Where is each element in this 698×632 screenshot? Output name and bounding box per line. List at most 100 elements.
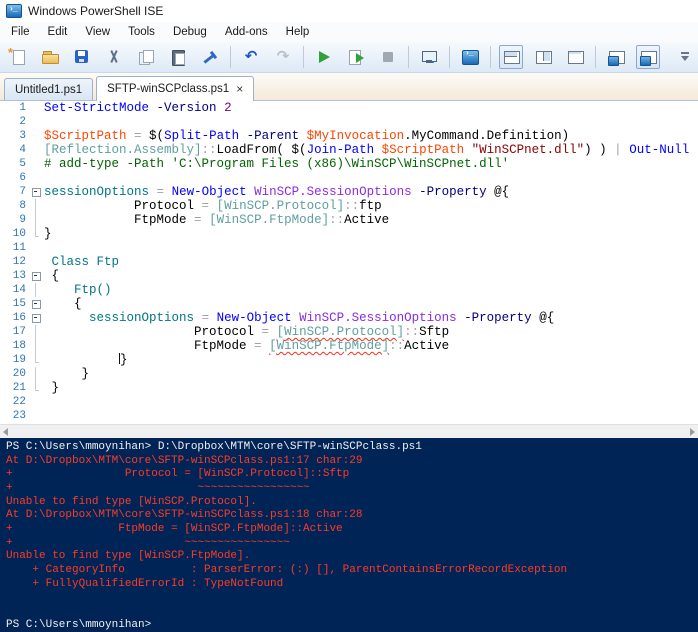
code-line-23: 23: [0, 409, 698, 423]
code-text: sessionOptions = New-Object WinSCP.Sessi…: [42, 185, 509, 199]
code-line-10: 10}: [0, 227, 698, 241]
console-line-6: At D:\Dropbox\MTM\core\SFTP-winSCPclass.…: [6, 509, 698, 523]
console-line-12: [6, 591, 698, 605]
redo-icon: ↷: [274, 48, 292, 66]
line-number: 11: [0, 241, 30, 255]
toolbar: ↶↷: [0, 42, 698, 73]
fold-gutter: [30, 101, 42, 115]
toolbar-overflow-icon[interactable]: [678, 47, 692, 67]
console-pane[interactable]: PS C:\Users\mmoynihan> D:\Dropbox\MTM\co…: [0, 438, 698, 632]
redo-button: ↷: [271, 45, 295, 69]
line-number: 18: [0, 339, 30, 353]
code-line-14: 14 Ftp(): [0, 283, 698, 297]
new-script-icon: [9, 48, 27, 66]
code-text: Set-StrictMode -Version 2: [42, 101, 232, 115]
show-script-pane-icon: [639, 48, 657, 66]
tab-sftp-winscpclass-ps1[interactable]: SFTP-winSCPclass.ps1 ×: [96, 76, 254, 101]
copy-button[interactable]: [134, 45, 158, 69]
console-line-9: Unable to find type [WinSCP.FtpMode].: [6, 550, 698, 564]
code-text: Protocol = [WinSCP.Protocol]::Sftp: [42, 325, 449, 339]
line-number: 9: [0, 213, 30, 227]
show-script-pane-top-button[interactable]: [499, 45, 523, 69]
fold-collapse-icon[interactable]: [30, 297, 42, 311]
toolbar-separator: [490, 46, 491, 68]
fold-collapse-icon[interactable]: [30, 185, 42, 199]
fold-gutter: [30, 241, 42, 255]
tab-untitled1-ps1[interactable]: Untitled1.ps1: [4, 78, 93, 100]
paste-icon: [169, 48, 187, 66]
run-selection-icon: [347, 48, 365, 66]
tab-strip: Untitled1.ps1 SFTP-winSCPclass.ps1 ×: [0, 73, 698, 101]
run-script-button[interactable]: [312, 45, 336, 69]
line-number: 13: [0, 269, 30, 283]
new-remote-powershell-tab-button[interactable]: [417, 45, 441, 69]
menu-file[interactable]: File: [2, 24, 39, 40]
script-editor-pane[interactable]: 1Set-StrictMode -Version 223$ScriptPath …: [0, 101, 698, 424]
code-line-2: 2: [0, 115, 698, 129]
fold-gutter: [30, 339, 42, 353]
tab-label: SFTP-winSCPclass.ps1: [107, 83, 229, 95]
code-text: {: [42, 269, 59, 283]
start-powershell-exe-button[interactable]: [458, 45, 482, 69]
console-line-3: + Protocol = [WinSCP.Protocol]::Sftp: [6, 468, 698, 482]
code-line-6: 6: [0, 171, 698, 185]
menu-help[interactable]: Help: [277, 24, 319, 40]
line-number: 12: [0, 255, 30, 269]
menu-tools[interactable]: Tools: [119, 24, 164, 40]
line-number: 7: [0, 185, 30, 199]
code-line-9: 9 FtpMode = [WinSCP.FtpMode]::Active: [0, 213, 698, 227]
close-tab-icon[interactable]: ×: [236, 84, 243, 94]
powershell-ise-window: Windows PowerShell ISE FileEditViewTools…: [0, 0, 698, 632]
fold-gutter: [30, 381, 42, 395]
line-number: 16: [0, 311, 30, 325]
paste-button[interactable]: [166, 45, 190, 69]
cut-button[interactable]: [102, 45, 126, 69]
code-text: [42, 409, 44, 423]
code-text: [42, 241, 44, 255]
fold-collapse-icon[interactable]: [30, 311, 42, 325]
new-powershell-tab-icon: [607, 48, 625, 66]
code-line-15: 15 {: [0, 297, 698, 311]
menu-addons[interactable]: Add-ons: [216, 24, 277, 40]
line-number: 4: [0, 143, 30, 157]
editor-horizontal-scrollbar[interactable]: [0, 424, 698, 438]
show-script-pane-top-icon: [502, 48, 520, 66]
new-remote-powershell-tab-icon: [420, 48, 438, 66]
code-line-1: 1Set-StrictMode -Version 2: [0, 101, 698, 115]
menu-debug[interactable]: Debug: [164, 24, 216, 40]
scroll-left-arrow-icon[interactable]: [3, 428, 8, 436]
menu-edit[interactable]: Edit: [39, 24, 77, 40]
save-button[interactable]: [70, 45, 94, 69]
open-script-button[interactable]: [38, 45, 62, 69]
fold-gutter: [30, 367, 42, 381]
fold-gutter: [30, 157, 42, 171]
code-line-13: 13 {: [0, 269, 698, 283]
line-number: 14: [0, 283, 30, 297]
fold-gutter: [30, 143, 42, 157]
code-line-18: 18 FtpMode = [WinSCP.FtpMode]::Active: [0, 339, 698, 353]
fold-gutter: [30, 353, 42, 367]
copy-icon: [137, 48, 155, 66]
line-number: 20: [0, 367, 30, 381]
save-icon: [73, 48, 91, 66]
line-number: 8: [0, 199, 30, 213]
menu-view[interactable]: View: [76, 24, 119, 40]
clear-console-pane-icon: [201, 48, 219, 66]
new-powershell-tab-button[interactable]: [604, 45, 628, 69]
fold-collapse-icon[interactable]: [30, 269, 42, 283]
undo-button[interactable]: ↶: [239, 45, 263, 69]
clear-console-pane-button[interactable]: [198, 45, 222, 69]
menu-bar: FileEditViewToolsDebugAdd-onsHelp: [0, 22, 698, 42]
code-text: [42, 115, 44, 129]
show-script-pane-button[interactable]: [636, 45, 660, 69]
show-script-pane-right-button[interactable]: [531, 45, 555, 69]
run-selection-button[interactable]: [344, 45, 368, 69]
scroll-right-arrow-icon[interactable]: [690, 428, 695, 436]
console-line-1: PS C:\Users\mmoynihan> D:\Dropbox\MTM\co…: [6, 441, 698, 455]
new-script-button[interactable]: [6, 45, 30, 69]
console-line-5: Unable to find type [WinSCP.Protocol].: [6, 496, 698, 510]
window-title: Windows PowerShell ISE: [28, 4, 163, 18]
show-script-pane-maximized-button[interactable]: [563, 45, 587, 69]
fold-gutter: [30, 395, 42, 409]
code-line-12: 12 Class Ftp: [0, 255, 698, 269]
